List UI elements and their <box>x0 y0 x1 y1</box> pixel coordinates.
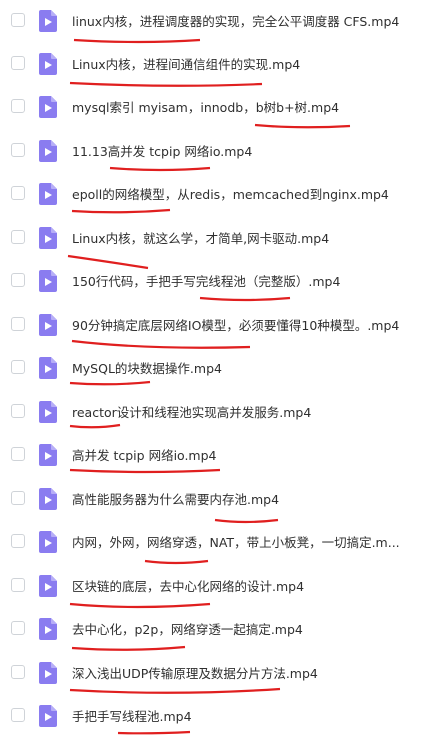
file-name[interactable]: reactor设计和线程池实现高并发服务.mp4 <box>72 402 311 421</box>
video-file-icon <box>39 314 57 336</box>
file-row[interactable]: 区块链的底层，去中心化网络的设计.mp4 <box>0 565 424 608</box>
file-name[interactable]: 高并发 tcpip 网络io.mp4 <box>72 445 217 464</box>
file-checkbox[interactable] <box>11 491 25 505</box>
file-row[interactable]: 手把手写线程池.mp4 <box>0 695 424 738</box>
file-checkbox[interactable] <box>11 534 25 548</box>
video-file-icon <box>39 53 57 75</box>
file-checkbox[interactable] <box>11 621 25 635</box>
file-checkbox[interactable] <box>11 447 25 461</box>
file-name[interactable]: linux内核，进程调度器的实现，完全公平调度器 CFS.mp4 <box>72 11 399 30</box>
file-row[interactable]: 去中心化，p2p，网络穿透一起搞定.mp4 <box>0 608 424 651</box>
file-row[interactable]: 高性能服务器为什么需要内存池.mp4 <box>0 478 424 521</box>
file-checkbox[interactable] <box>11 665 25 679</box>
file-name[interactable]: 90分钟搞定底层网络IO模型，必须要懂得10种模型。.mp4 <box>72 315 399 334</box>
file-name[interactable]: 内网，外网，网络穿透，NAT，带上小板凳，一切搞定.m... <box>72 532 400 551</box>
file-name[interactable]: 手把手写线程池.mp4 <box>72 706 192 725</box>
file-name[interactable]: 11.13高并发 tcpip 网络io.mp4 <box>72 141 252 160</box>
file-checkbox[interactable] <box>11 186 25 200</box>
file-list: linux内核，进程调度器的实现，完全公平调度器 CFS.mp4 Linux内核，… <box>0 0 424 735</box>
file-row[interactable]: MySQL的块数据操作.mp4 <box>0 347 424 390</box>
video-file-icon <box>39 662 57 684</box>
file-checkbox[interactable] <box>11 317 25 331</box>
file-checkbox[interactable] <box>11 360 25 374</box>
file-checkbox[interactable] <box>11 230 25 244</box>
file-name[interactable]: mysql索引 myisam，innodb，b树b+树.mp4 <box>72 97 339 116</box>
video-file-icon <box>39 618 57 640</box>
file-checkbox[interactable] <box>11 143 25 157</box>
file-name[interactable]: 高性能服务器为什么需要内存池.mp4 <box>72 489 279 508</box>
file-name[interactable]: 去中心化，p2p，网络穿透一起搞定.mp4 <box>72 619 303 638</box>
video-file-icon <box>39 10 57 32</box>
file-checkbox[interactable] <box>11 56 25 70</box>
video-file-icon <box>39 488 57 510</box>
video-file-icon <box>39 357 57 379</box>
file-row[interactable]: 90分钟搞定底层网络IO模型，必须要懂得10种模型。.mp4 <box>0 304 424 347</box>
file-row[interactable]: 150行代码，手把手写完线程池（完整版）.mp4 <box>0 260 424 303</box>
file-row[interactable]: 深入浅出UDP传输原理及数据分片方法.mp4 <box>0 652 424 695</box>
file-name[interactable]: Linux内核，就这么学，才简单,网卡驱动.mp4 <box>72 228 329 247</box>
file-row[interactable]: Linux内核，就这么学，才简单,网卡驱动.mp4 <box>0 217 424 260</box>
video-file-icon <box>39 140 57 162</box>
video-file-icon <box>39 705 57 727</box>
file-name[interactable]: 区块链的底层，去中心化网络的设计.mp4 <box>72 576 304 595</box>
file-name[interactable]: 深入浅出UDP传输原理及数据分片方法.mp4 <box>72 663 318 682</box>
file-checkbox[interactable] <box>11 404 25 418</box>
file-name[interactable]: Linux内核，进程间通信组件的实现.mp4 <box>72 54 300 73</box>
file-row[interactable]: 高并发 tcpip 网络io.mp4 <box>0 434 424 477</box>
file-row[interactable]: reactor设计和线程池实现高并发服务.mp4 <box>0 391 424 434</box>
video-file-icon <box>39 96 57 118</box>
video-file-icon <box>39 270 57 292</box>
video-file-icon <box>39 183 57 205</box>
file-name[interactable]: epoll的网络模型，从redis，memcached到nginx.mp4 <box>72 184 389 203</box>
file-checkbox[interactable] <box>11 578 25 592</box>
file-row[interactable]: epoll的网络模型，从redis，memcached到nginx.mp4 <box>0 173 424 216</box>
video-file-icon <box>39 575 57 597</box>
file-name[interactable]: MySQL的块数据操作.mp4 <box>72 358 222 377</box>
file-row[interactable]: Linux内核，进程间通信组件的实现.mp4 <box>0 43 424 86</box>
file-row[interactable]: mysql索引 myisam，innodb，b树b+树.mp4 <box>0 86 424 129</box>
file-row[interactable]: 11.13高并发 tcpip 网络io.mp4 <box>0 130 424 173</box>
file-checkbox[interactable] <box>11 708 25 722</box>
file-checkbox[interactable] <box>11 13 25 27</box>
file-name[interactable]: 150行代码，手把手写完线程池（完整版）.mp4 <box>72 271 340 290</box>
file-checkbox[interactable] <box>11 273 25 287</box>
file-row[interactable]: 内网，外网，网络穿透，NAT，带上小板凳，一切搞定.m... <box>0 521 424 564</box>
file-row[interactable]: linux内核，进程调度器的实现，完全公平调度器 CFS.mp4 <box>0 0 424 43</box>
video-file-icon <box>39 444 57 466</box>
video-file-icon <box>39 531 57 553</box>
file-checkbox[interactable] <box>11 99 25 113</box>
video-file-icon <box>39 401 57 423</box>
video-file-icon <box>39 227 57 249</box>
